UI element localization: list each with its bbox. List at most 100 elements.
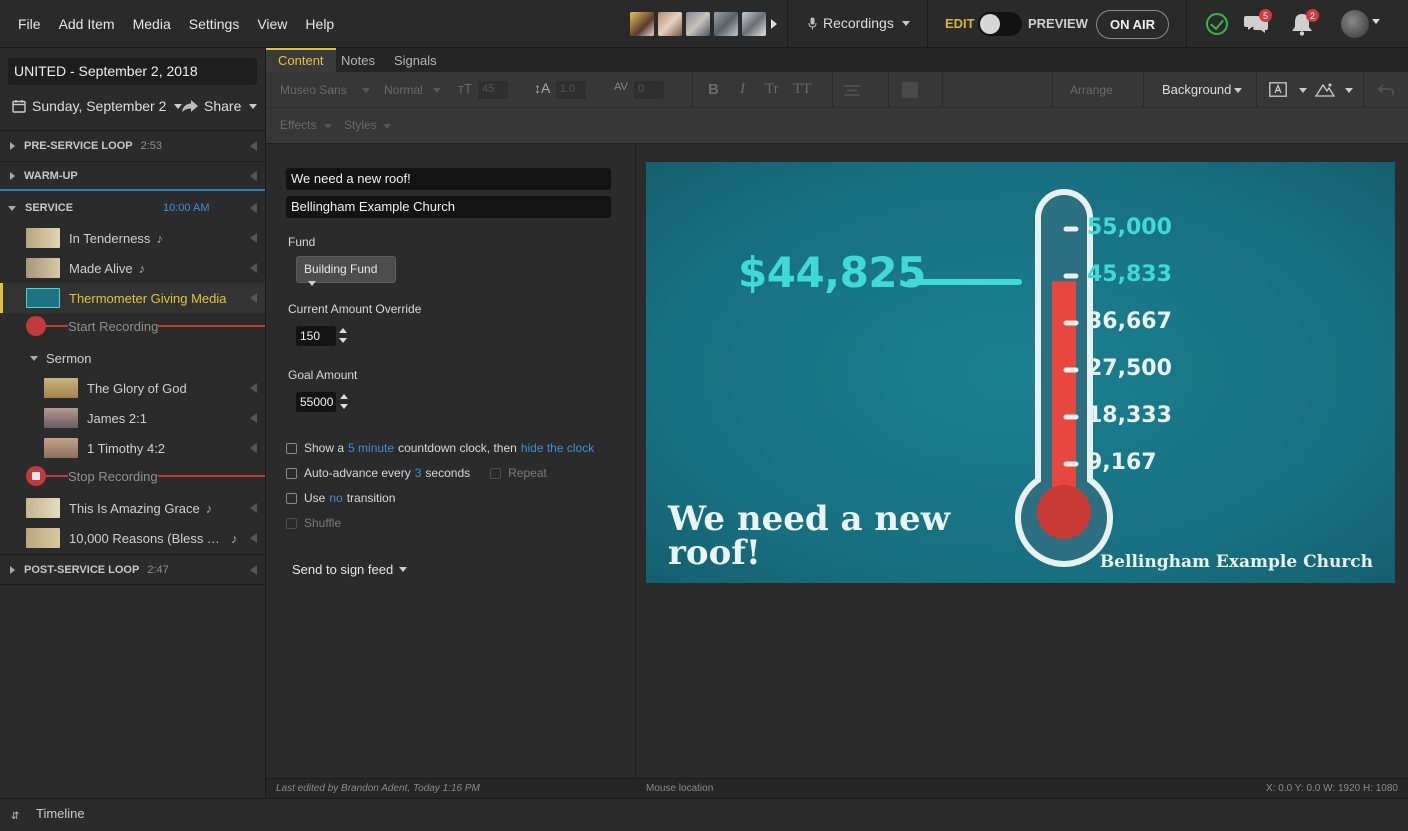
sermon-group[interactable]: Sermon xyxy=(0,343,265,373)
chevron-right-icon[interactable] xyxy=(10,565,15,574)
status-ok-icon[interactable] xyxy=(1206,13,1228,35)
section-warm-up[interactable]: WARM-UP xyxy=(0,161,265,191)
advance-seconds-link[interactable]: 3 xyxy=(415,466,422,480)
countdown-action-link[interactable]: hide the clock xyxy=(521,441,594,455)
styles-menu[interactable]: Styles xyxy=(344,118,377,132)
play-icon[interactable] xyxy=(250,383,257,393)
list-item[interactable]: 10,000 Reasons (Bless The… ♪ xyxy=(0,523,265,553)
menu-settings[interactable]: Settings xyxy=(189,16,240,32)
effects-menu[interactable]: Effects xyxy=(280,118,316,132)
play-icon[interactable] xyxy=(250,233,257,243)
recordings-button[interactable]: Recordings xyxy=(808,15,910,31)
list-item-selected[interactable]: Thermometer Giving Media xyxy=(0,283,265,313)
edit-label[interactable]: EDIT xyxy=(945,16,975,31)
send-to-sign-feed-button[interactable]: Send to sign feed xyxy=(292,562,408,577)
list-item[interactable]: James 2:1 xyxy=(0,403,265,433)
share-button[interactable]: Share xyxy=(182,98,258,114)
chevron-down-icon[interactable] xyxy=(1372,19,1380,24)
chevron-right-icon[interactable] xyxy=(10,171,15,180)
play-icon[interactable] xyxy=(250,170,257,181)
chevron-down-icon xyxy=(324,124,332,129)
chevron-right-icon[interactable] xyxy=(10,141,15,150)
goal-amount-stepper[interactable] xyxy=(340,393,348,411)
menu-add-item[interactable]: Add Item xyxy=(59,16,115,32)
tab-notes[interactable]: Notes xyxy=(329,48,387,72)
play-icon[interactable] xyxy=(250,443,257,453)
play-icon[interactable] xyxy=(250,564,257,575)
all-caps-button[interactable]: TT xyxy=(793,81,811,98)
play-icon[interactable] xyxy=(250,413,257,423)
stop-icon[interactable] xyxy=(26,466,46,486)
title-text-input[interactable]: We need a new roof! xyxy=(286,168,611,190)
font-family-select[interactable]: Museo Sans xyxy=(280,83,347,97)
section-service[interactable]: SERVICE 10:00 AM xyxy=(0,193,265,223)
chevron-down-icon[interactable] xyxy=(30,355,38,361)
arrange-menu[interactable]: Arrange xyxy=(1070,83,1113,97)
italic-button[interactable]: I xyxy=(740,81,745,98)
preview-label[interactable]: PREVIEW xyxy=(1028,16,1088,31)
color-swatch[interactable] xyxy=(902,82,918,98)
tab-content[interactable]: Content xyxy=(266,48,336,72)
date-selector[interactable]: Sunday, September 2 xyxy=(12,98,183,114)
list-item[interactable]: 1 Timothy 4:2 xyxy=(0,433,265,463)
menu-view[interactable]: View xyxy=(257,16,287,32)
presentation-title[interactable]: UNITED - September 2, 2018 xyxy=(8,58,257,85)
chevron-down-icon[interactable] xyxy=(8,205,16,211)
auto-advance-checkbox[interactable] xyxy=(286,467,297,479)
fund-select[interactable]: Building Fund xyxy=(296,256,396,287)
menu-file[interactable]: File xyxy=(18,16,41,32)
menu-media[interactable]: Media xyxy=(133,16,171,32)
avatar[interactable] xyxy=(686,12,710,36)
slide-preview[interactable]: $44,825 55,000 45,833 36,667 27,500 18,333 9,… xyxy=(646,162,1395,583)
current-amount-input[interactable]: 150 xyxy=(296,326,336,346)
play-icon[interactable] xyxy=(250,140,257,151)
shuffle-checkbox[interactable] xyxy=(286,517,297,529)
goal-amount-input[interactable]: 55000 xyxy=(296,392,336,412)
timeline-toggle-icon[interactable]: ⇵ xyxy=(11,811,19,822)
align-icon[interactable] xyxy=(844,85,860,96)
on-air-button[interactable]: ON AIR xyxy=(1096,10,1169,39)
small-caps-button[interactable]: Tr xyxy=(765,81,779,98)
transition-type-link[interactable]: no xyxy=(329,491,342,505)
play-icon[interactable] xyxy=(250,503,257,513)
countdown-duration-link[interactable]: 5 minute xyxy=(348,441,394,455)
church-text-input[interactable]: Bellingham Example Church xyxy=(286,196,611,218)
avatar[interactable] xyxy=(630,12,654,36)
current-amount-stepper[interactable] xyxy=(339,327,347,345)
selection-indicator xyxy=(0,283,3,313)
line-height-input[interactable]: 1.0 xyxy=(556,81,586,99)
user-avatar[interactable] xyxy=(1341,10,1369,38)
section-pre-service-loop[interactable]: PRE-SERVICE LOOP 2:53 xyxy=(0,130,265,160)
font-size-input[interactable]: 45 xyxy=(478,81,508,99)
tracking-input[interactable]: 0 xyxy=(634,81,664,99)
more-avatars-icon[interactable] xyxy=(770,18,778,30)
list-item[interactable]: Made Alive ♪ xyxy=(0,253,265,283)
font-weight-select[interactable]: Normal xyxy=(384,83,423,97)
stop-recording-row[interactable]: Stop Recording xyxy=(0,461,265,491)
undo-icon[interactable] xyxy=(1378,84,1394,96)
menu-help[interactable]: Help xyxy=(305,16,334,32)
start-recording-row[interactable]: Start Recording xyxy=(0,311,265,341)
edit-preview-toggle[interactable] xyxy=(978,12,1022,36)
list-item[interactable]: In Tenderness ♪ xyxy=(0,223,265,253)
transition-checkbox[interactable] xyxy=(286,492,297,504)
play-icon[interactable] xyxy=(250,293,257,303)
bold-button[interactable]: B xyxy=(708,81,719,98)
microphone-icon[interactable] xyxy=(26,316,46,336)
tab-signals[interactable]: Signals xyxy=(382,48,449,72)
play-icon[interactable] xyxy=(250,263,257,273)
timeline-label[interactable]: Timeline xyxy=(36,806,85,821)
play-icon[interactable] xyxy=(250,203,257,213)
section-post-service-loop[interactable]: POST-SERVICE LOOP 2:47 xyxy=(0,554,265,584)
list-item[interactable]: The Glory of God xyxy=(0,373,265,403)
list-item[interactable]: This Is Amazing Grace ♪ xyxy=(0,493,265,523)
avatar[interactable] xyxy=(714,12,738,36)
text-box-icon[interactable] xyxy=(1269,82,1287,97)
avatar[interactable] xyxy=(742,12,766,36)
play-icon[interactable] xyxy=(250,533,257,543)
shape-icon[interactable] xyxy=(1315,82,1335,97)
background-menu[interactable]: Background xyxy=(1162,82,1231,97)
countdown-checkbox[interactable] xyxy=(286,442,297,454)
repeat-checkbox[interactable] xyxy=(490,467,502,479)
avatar[interactable] xyxy=(658,12,682,36)
